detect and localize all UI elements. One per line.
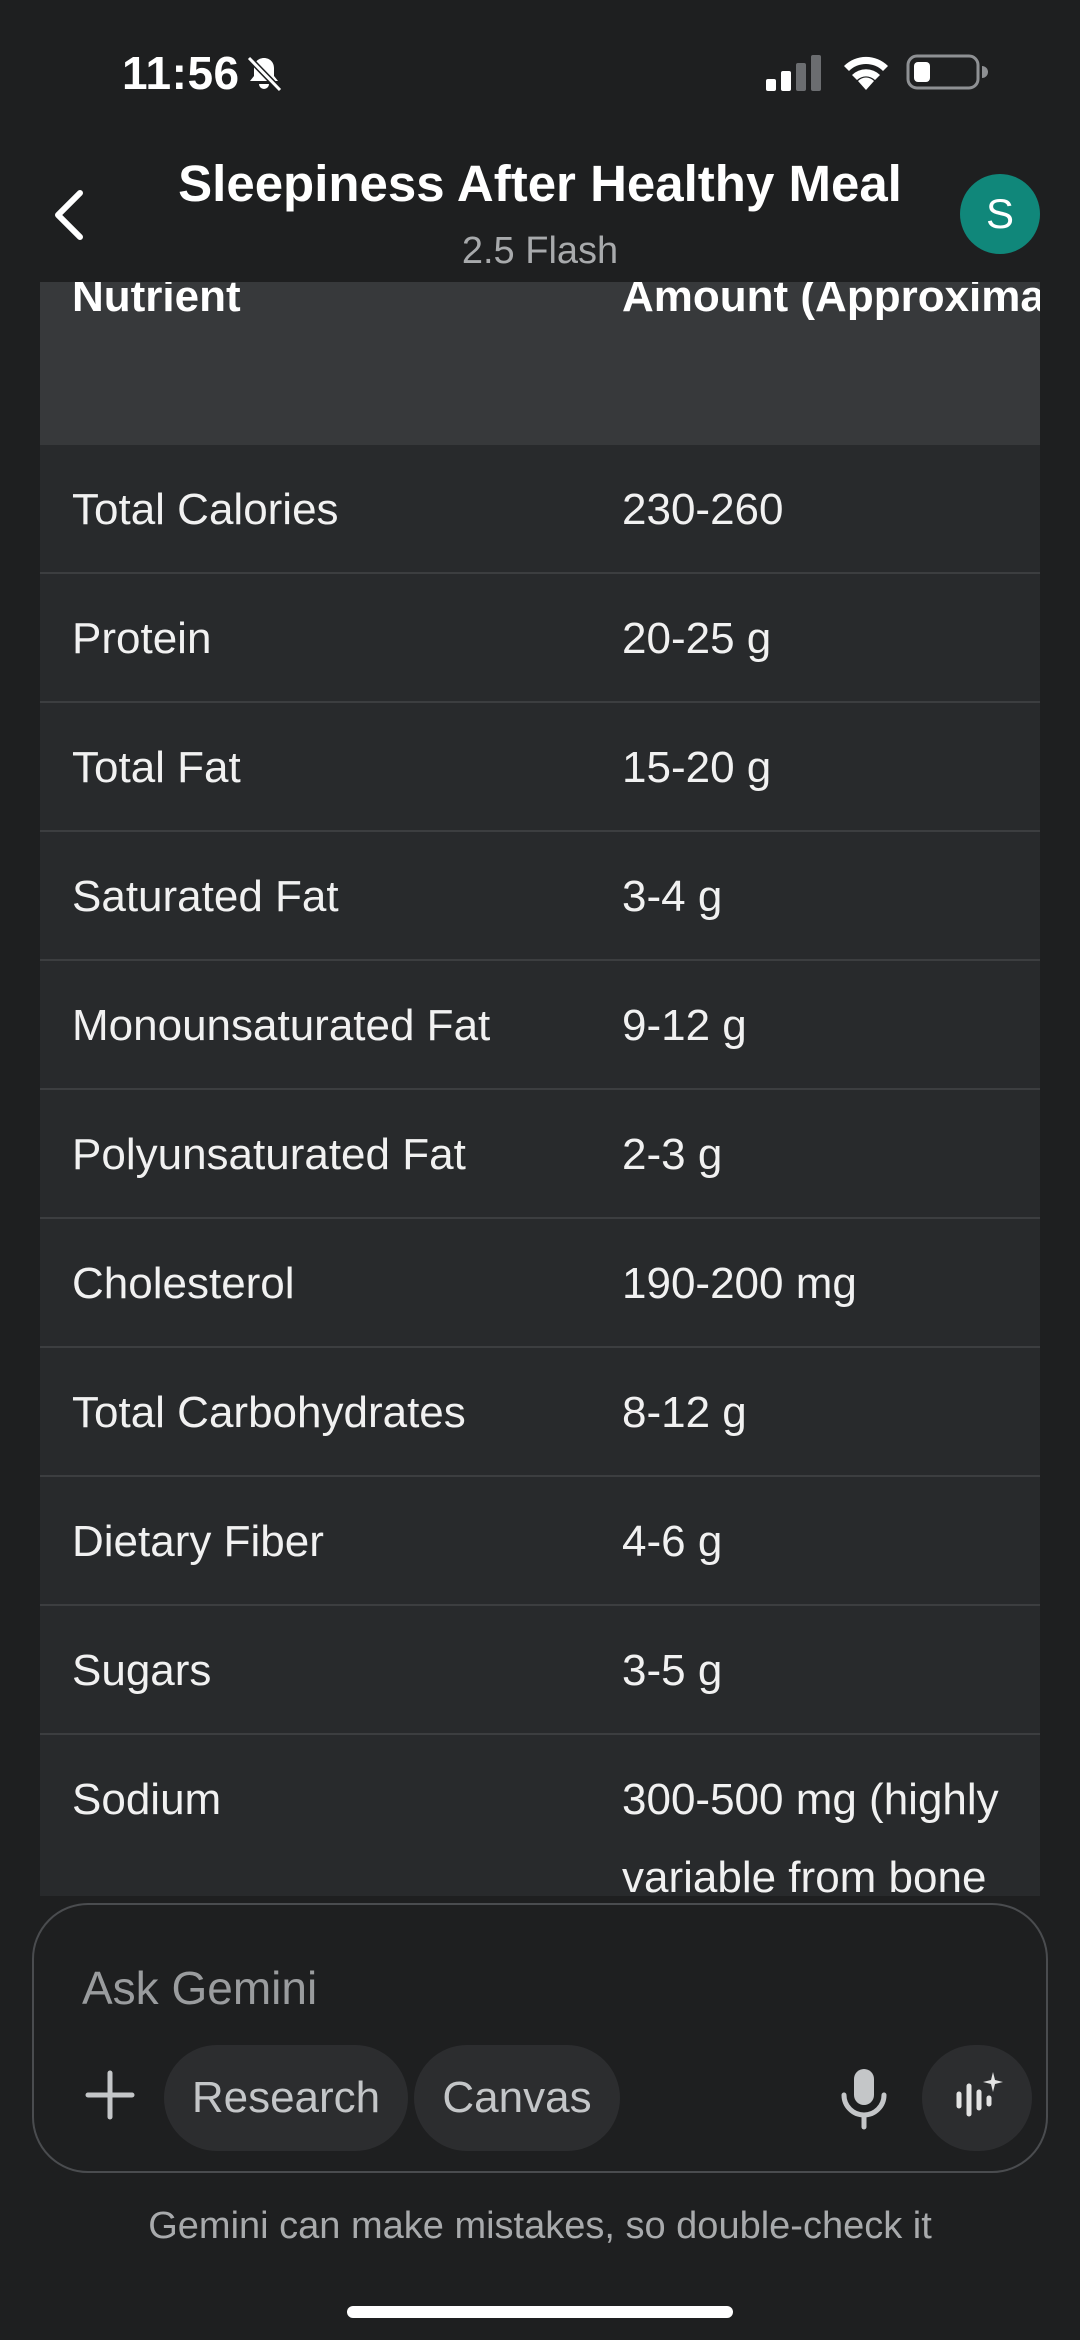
- table-row: Polyunsaturated Fat 2-3 g: [40, 1090, 1040, 1219]
- app-header: Sleepiness After Healthy Meal 2.5 Flash …: [0, 140, 1080, 282]
- live-button[interactable]: [922, 2045, 1032, 2151]
- prompt-composer[interactable]: Ask Gemini Research Canvas: [32, 1903, 1048, 2173]
- conversation-title[interactable]: Sleepiness After Healthy Meal: [0, 154, 1080, 213]
- nutrient-cell: Total Calories: [72, 485, 339, 534]
- nutrient-cell: Dietary Fiber: [72, 1517, 324, 1566]
- nutrient-cell: Total Carbohydrates: [72, 1388, 466, 1437]
- amount-cell: 8-12 g: [622, 1388, 747, 1437]
- amount-cell: 2-3 g: [622, 1130, 723, 1179]
- prompt-input[interactable]: Ask Gemini: [82, 1961, 317, 2015]
- nutrient-cell: Sodium: [72, 1775, 222, 1824]
- nutrient-cell: Sugars: [72, 1646, 212, 1695]
- table-row: Monounsaturated Fat 9-12 g: [40, 961, 1040, 1090]
- model-name[interactable]: 2.5 Flash: [0, 230, 1080, 273]
- header-amount: Amount (Approximat: [622, 282, 1040, 321]
- amount-cell: 9-12 g: [622, 1001, 747, 1050]
- amount-cell: 3-4 g: [622, 872, 723, 921]
- research-chip[interactable]: Research: [164, 2045, 408, 2151]
- amount-cell: 190-200 mg: [622, 1259, 857, 1308]
- amount-cell: 3-5 g: [622, 1646, 723, 1695]
- table-row: Dietary Fiber 4-6 g: [40, 1477, 1040, 1606]
- live-waveform-sparkle-icon: [956, 2072, 1003, 2117]
- nutrient-cell: Saturated Fat: [72, 872, 339, 921]
- screen: 11:56 Sleepiness After Healthy Meal 2.5 …: [0, 0, 1080, 2340]
- amount-cell: 4-6 g: [622, 1517, 723, 1566]
- disclaimer-text: Gemini can make mistakes, so double-chec…: [148, 2205, 932, 2247]
- table-row: Total Carbohydrates 8-12 g: [40, 1348, 1040, 1477]
- header-nutrient: Nutrient: [72, 282, 241, 321]
- table-row: Sodium 300-500 mg (highly variable from …: [40, 1735, 1040, 1896]
- amount-cell: 300-500 mg (highly: [622, 1775, 999, 1824]
- battery-icon: [906, 54, 988, 90]
- nutrient-cell: Cholesterol: [72, 1259, 295, 1308]
- cellular-signal-icon: [766, 55, 821, 91]
- amount-cell: 15-20 g: [622, 743, 772, 792]
- plus-icon[interactable]: [80, 2065, 140, 2125]
- table-row: Saturated Fat 3-4 g: [40, 832, 1040, 961]
- nutrient-cell: Total Fat: [72, 743, 241, 792]
- amount-cell-continued: variable from bone: [622, 1853, 987, 1896]
- nutrient-cell: Protein: [72, 614, 212, 663]
- table-row: Total Fat 15-20 g: [40, 703, 1040, 832]
- nutrition-table: Nutrient Amount (Approximat Total Calori…: [40, 282, 1040, 1896]
- microphone-icon[interactable]: [834, 2065, 894, 2131]
- table-row: Cholesterol 190-200 mg: [40, 1219, 1040, 1348]
- table-header-row: Nutrient Amount (Approximat: [40, 282, 1040, 445]
- table-row: Protein 20-25 g: [40, 574, 1040, 703]
- status-bar: 11:56: [0, 0, 1080, 140]
- user-avatar[interactable]: S: [960, 174, 1040, 254]
- bell-muted-icon: [246, 55, 283, 93]
- status-time: 11:56: [122, 47, 240, 99]
- home-indicator[interactable]: [347, 2306, 733, 2318]
- table-row: Sugars 3-5 g: [40, 1606, 1040, 1735]
- amount-cell: 20-25 g: [622, 614, 772, 663]
- wifi-icon: [844, 56, 888, 90]
- amount-cell: 230-260: [622, 485, 784, 534]
- canvas-chip[interactable]: Canvas: [414, 2045, 620, 2151]
- nutrient-cell: Polyunsaturated Fat: [72, 1130, 466, 1179]
- table-row: Total Calories 230-260: [40, 445, 1040, 574]
- nutrient-cell: Monounsaturated Fat: [72, 1001, 491, 1050]
